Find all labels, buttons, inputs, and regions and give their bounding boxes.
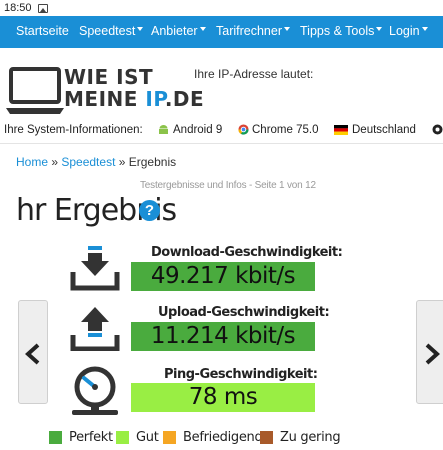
nav-label: Tipps & Tools [300,24,375,38]
nav-item-anbieter[interactable]: Anbieter [151,24,206,38]
android-icon [158,124,169,136]
logo-line-1: WIE IST [64,65,154,89]
legend-swatch-zu-gering [260,431,273,444]
country-value: Deutschland [352,124,416,136]
download-label: Download-Geschwindigkeit: [151,245,343,260]
speed-legend: Perfekt Gut Befriedigend Zu gering [0,430,443,446]
ping-label: Ping-Geschwindigkeit: [164,367,318,382]
legend-label-perfekt: Perfekt [69,430,113,445]
previous-page-button[interactable] [18,300,48,404]
caret-down-icon [199,27,206,31]
logo-line-2: MEINE IP.DE [64,88,204,110]
logo-part: .DE [164,87,205,111]
breadcrumb-separator: » [115,155,129,169]
help-icon[interactable]: ? [139,200,160,221]
logo-ip-part: IP [145,87,165,111]
legend-swatch-befriedigend [163,431,176,444]
nav-label: Anbieter [151,24,198,38]
status-time: 18:50 [4,2,32,14]
next-page-button[interactable] [416,300,443,404]
legend-swatch-gut [116,431,129,444]
caret-down-icon [137,27,144,31]
upload-label: Upload-Geschwindigkeit: [158,305,330,320]
gauge-icon [70,366,120,421]
chrome-icon [238,124,249,136]
nav-item-tarifrechner[interactable]: Tarifrechner [216,24,290,38]
caret-down-icon [421,27,428,31]
legend-label-zu-gering: Zu gering [280,430,341,445]
nav-item-startseite[interactable]: Startseite [16,24,69,38]
breadcrumb: Home » Speedtest » Ergebnis [16,155,176,169]
caret-down-icon [376,27,383,31]
ping-value: 78 ms [131,383,315,412]
extra-icon [432,124,443,136]
image-icon [37,3,48,13]
breadcrumb-separator: » [48,155,62,169]
breadcrumb-current: Ergebnis [128,155,177,169]
browser-value: Chrome 75.0 [252,124,319,136]
breadcrumb-speedtest[interactable]: Speedtest [61,155,115,169]
nav-label: Speedtest [79,24,136,38]
caret-down-icon [284,27,290,31]
download-value: 49.217 kbit/s [131,262,315,291]
nav-label: Tarifrechner [216,24,282,38]
breadcrumb-home[interactable]: Home [16,155,48,169]
logo-text[interactable]: WIE IST MEINE IP.DE [64,66,204,110]
nav-label: Startseite [16,24,69,38]
legend-label-gut: Gut [136,430,159,445]
divider [0,143,443,144]
download-icon [70,246,120,297]
logo-part: MEINE [64,87,146,111]
chevron-left-icon [25,343,40,365]
system-info: Ihre System-Informationen: Android 9 Chr… [0,124,443,138]
legend-label-befriedigend: Befriedigend [183,430,263,445]
nav-item-tipps-tools[interactable]: Tipps & Tools [300,24,383,38]
system-info-label: Ihre System-Informationen: [4,124,143,136]
germany-flag-icon [334,124,348,136]
chevron-right-icon [425,343,440,365]
legend-swatch-perfekt [49,431,62,444]
status-bar: 18:50 [0,0,443,16]
ip-address-label: Ihre IP-Adresse lautet: [194,67,314,81]
nav-label: Login [389,24,420,38]
nav-item-login[interactable]: Login [389,24,428,38]
laptop-icon [6,67,64,114]
main-nav: Startseite Speedtest Anbieter Tarifrechn… [0,16,443,48]
nav-item-speedtest[interactable]: Speedtest [79,24,144,38]
page-subinfo: Testergebnisse und Infos - Seite 1 von 1… [140,180,316,191]
os-value: Android 9 [173,124,223,136]
upload-icon [70,305,120,356]
upload-value: 11.214 kbit/s [131,322,315,351]
